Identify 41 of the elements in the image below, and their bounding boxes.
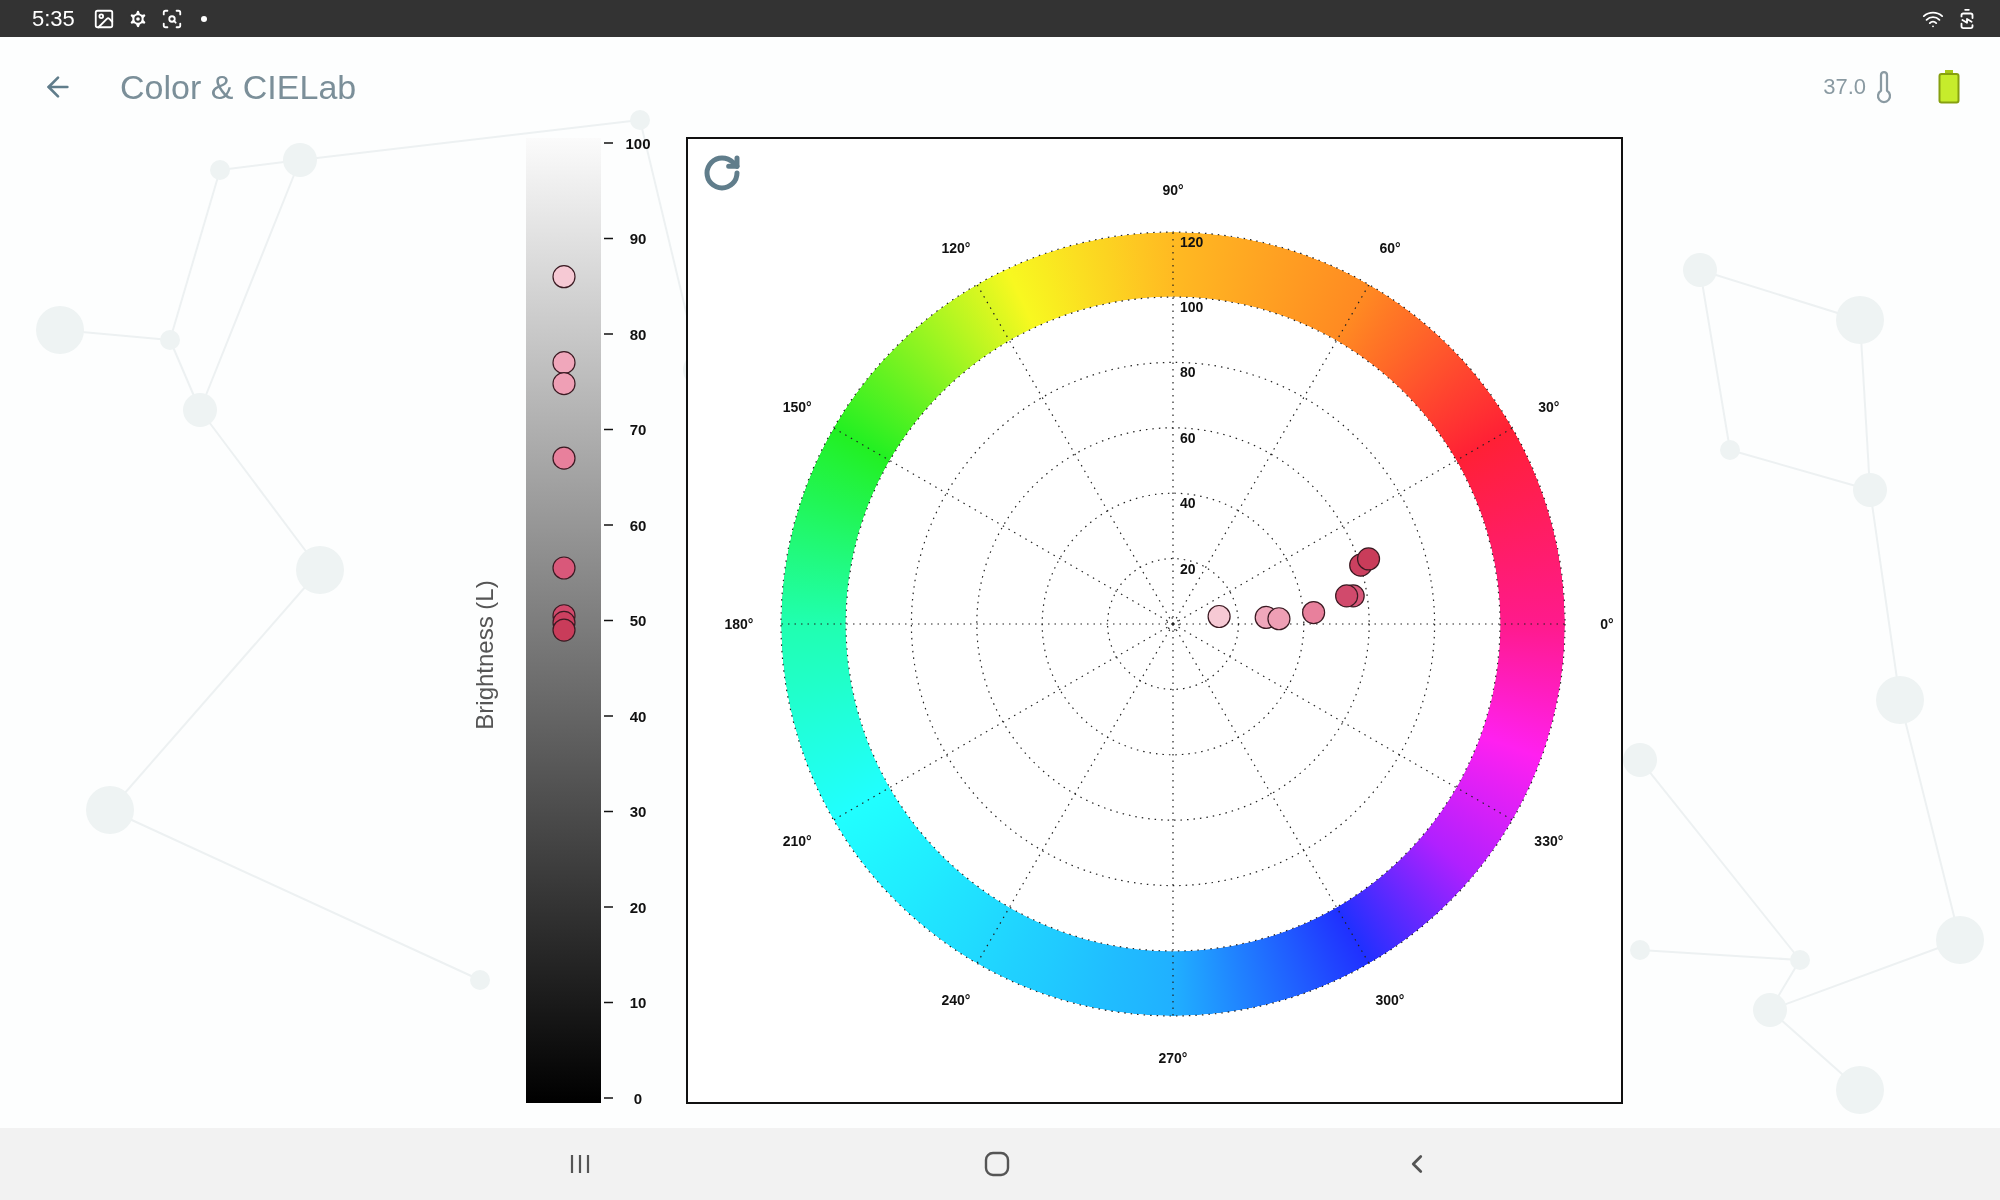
network-node [1623, 743, 1657, 777]
tick-label: 0 [633, 1089, 643, 1107]
radial-tick-label: 20 [1180, 560, 1196, 577]
angle-label: 300° [1375, 991, 1405, 1008]
tick-label: 50 [629, 612, 647, 629]
radial-tick-label: 100 [1180, 299, 1204, 315]
angle-label: 90° [1162, 182, 1184, 198]
tick-label: 10 [629, 994, 647, 1011]
tick-label: 70 [629, 421, 647, 438]
angle-label: 180° [724, 616, 754, 632]
angle-label: 150° [782, 399, 812, 415]
axis-title: Brightness (L) [471, 580, 498, 730]
angle-label: 30° [1538, 399, 1560, 415]
notification-dot-icon [200, 15, 207, 22]
battery-icon [1938, 70, 1960, 104]
angle-label: 210° [782, 833, 812, 849]
angle-label: 270° [1158, 1050, 1188, 1066]
tick-label: 80 [629, 325, 647, 343]
screenshot-icon [160, 7, 183, 30]
tick-label: 60 [629, 516, 647, 534]
angle-label: 120° [941, 240, 971, 257]
tick-label: 30 [629, 803, 647, 820]
tick-label: 20 [629, 898, 647, 916]
tick-label: 40 [629, 707, 647, 725]
tick-label: 100 [625, 137, 651, 152]
angle-label: 240° [941, 991, 971, 1008]
angle-label: 0° [1600, 616, 1614, 632]
refresh-icon [702, 153, 742, 193]
page-title: Color & CIELab [120, 67, 357, 107]
temperature-reading: 37.0 [1823, 74, 1866, 100]
radial-tick-label: 80 [1180, 364, 1196, 381]
home-icon [984, 1151, 1010, 1177]
status-time: 5:35 [32, 5, 75, 32]
angle-label: 60° [1379, 240, 1401, 257]
recent-apps-icon [568, 1152, 592, 1176]
radial-tick-label: 60 [1180, 429, 1196, 446]
angle-label: 330° [1534, 833, 1564, 849]
image-icon [92, 7, 115, 30]
radial-tick-label: 40 [1180, 495, 1196, 512]
radial-tick-label: 120 [1180, 234, 1204, 250]
tick-label: 90 [629, 230, 647, 247]
